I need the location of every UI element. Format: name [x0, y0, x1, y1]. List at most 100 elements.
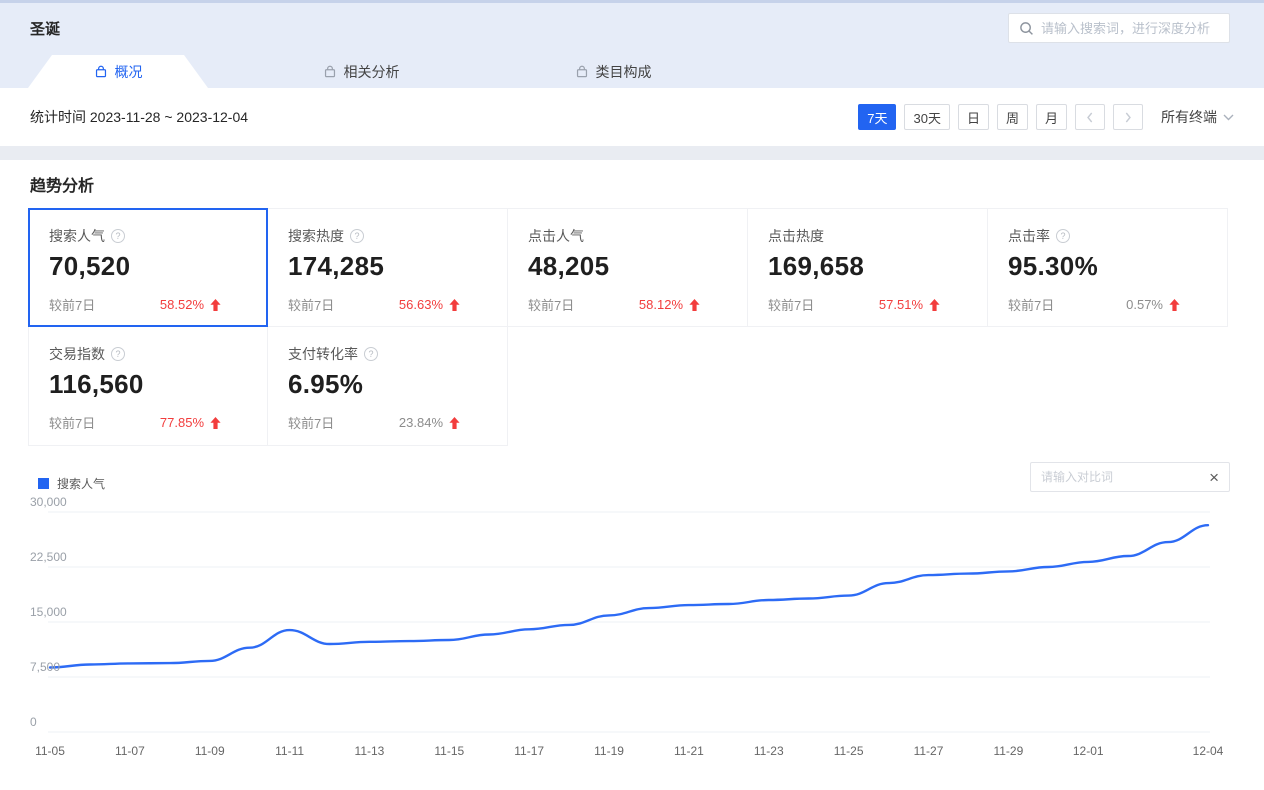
- terminal-dropdown[interactable]: 所有终端: [1161, 107, 1234, 127]
- metric-label: 搜索人气?: [49, 226, 266, 246]
- help-icon[interactable]: ?: [350, 229, 364, 243]
- legend-swatch: [38, 478, 49, 489]
- page: 圣诞 概况 相关分析 类目构成 统计时间 2023-11-28 ~ 2023-12-…: [0, 0, 1264, 790]
- metric-card-payment-conversion[interactable]: 支付转化率?6.95%较前7日23.84%: [268, 327, 508, 446]
- up-arrow-icon: [449, 299, 460, 311]
- range-week-button[interactable]: 周: [997, 104, 1028, 130]
- compare-word-input[interactable]: [1041, 470, 1209, 484]
- search-icon: [1019, 21, 1034, 36]
- range-7d-button[interactable]: 7天: [858, 104, 896, 130]
- compare-period-label: 较前7日: [1008, 295, 1054, 314]
- up-arrow-icon: [689, 299, 700, 311]
- metric-value: 169,658: [768, 251, 987, 282]
- chevron-down-icon: [1223, 114, 1234, 121]
- up-arrow-icon: [1169, 299, 1180, 311]
- x-axis-tick-label: 11-11: [266, 744, 314, 758]
- metric-compare: 较前7日 23.84%: [288, 413, 460, 432]
- prev-period-button[interactable]: [1075, 104, 1105, 130]
- x-axis-tick-label: 11-07: [106, 744, 154, 758]
- metric-compare: 较前7日 57.51%: [768, 295, 940, 314]
- close-icon[interactable]: ×: [1209, 469, 1219, 486]
- chevron-right-icon: [1124, 112, 1132, 123]
- date-range-controls: 7天 30天日周月 所有终端: [858, 104, 1234, 130]
- tab-related-analysis[interactable]: 相关分析: [271, 55, 451, 88]
- change-percent: 57.51%: [879, 297, 923, 312]
- metric-value: 70,520: [49, 251, 266, 282]
- metric-card-transaction-index[interactable]: 交易指数?116,560较前7日77.85%: [28, 327, 268, 446]
- chart-legend: 搜索人气: [38, 475, 105, 492]
- x-axis-tick-label: 11-29: [984, 744, 1032, 758]
- terminal-label: 所有终端: [1161, 107, 1217, 127]
- x-axis-tick-label: 11-17: [505, 744, 553, 758]
- change-percent: 23.84%: [399, 415, 443, 430]
- x-axis-tick-label: 12-01: [1064, 744, 1112, 758]
- change-percent: 58.12%: [639, 297, 683, 312]
- header: 圣诞: [0, 0, 1264, 55]
- x-axis-tick-label: 11-15: [425, 744, 473, 758]
- help-icon[interactable]: ?: [111, 229, 125, 243]
- next-period-button[interactable]: [1113, 104, 1143, 130]
- legend-label: 搜索人气: [57, 475, 105, 492]
- compare-period-label: 较前7日: [528, 295, 574, 314]
- metric-card-click-rate[interactable]: 点击率? 95.30% 较前7日 0.57%: [988, 208, 1228, 327]
- metric-value: 48,205: [528, 251, 747, 282]
- range-30d-button[interactable]: 30天: [904, 104, 949, 130]
- x-axis-tick-label: 11-13: [345, 744, 393, 758]
- tab-label: 相关分析: [344, 62, 400, 82]
- compare-period-label: 较前7日: [49, 295, 95, 314]
- metric-card-search-heat[interactable]: 搜索热度?174,285较前7日56.63%: [268, 208, 508, 327]
- help-icon[interactable]: ?: [1056, 229, 1070, 243]
- metric-card-search-popularity[interactable]: 搜索人气? 70,520 较前7日58.52%: [28, 208, 268, 327]
- up-arrow-icon: [929, 299, 940, 311]
- x-axis-tick-label: 12-04: [1184, 744, 1232, 758]
- x-axis-tick-label: 11-05: [26, 744, 74, 758]
- stat-time-label: 统计时间 2023-11-28 ~ 2023-12-04: [30, 88, 248, 146]
- toolbar: 统计时间 2023-11-28 ~ 2023-12-04 7天 30天日周月 所有终…: [0, 88, 1264, 146]
- compare-period-label: 较前7日: [768, 295, 814, 314]
- metric-card-click-popularity[interactable]: 点击人气 48,205 较前7日 58.12%: [508, 208, 748, 327]
- metric-value: 95.30%: [1008, 251, 1227, 282]
- compare-period-label: 较前7日: [288, 295, 334, 314]
- metric-compare: 较前7日 56.63%: [288, 295, 460, 314]
- tab-overview[interactable]: 概况: [28, 55, 208, 88]
- y-axis-tick-label: 30,000: [30, 495, 67, 509]
- x-axis-tick-label: 11-19: [585, 744, 633, 758]
- compare-period-label: 较前7日: [49, 413, 95, 432]
- metric-compare: 较前7日58.52%: [49, 295, 221, 314]
- search-input[interactable]: [1041, 21, 1219, 36]
- shopping-bag-icon: [323, 65, 337, 79]
- section-title: 趋势分析: [30, 172, 94, 196]
- x-axis-tick-label: 11-25: [825, 744, 873, 758]
- metric-compare: 较前7日 0.57%: [1008, 295, 1180, 314]
- range-day-button[interactable]: 日: [958, 104, 989, 130]
- help-icon[interactable]: ?: [364, 347, 378, 361]
- chevron-left-icon: [1086, 112, 1094, 123]
- metric-compare: 较前7日 58.12%: [528, 295, 700, 314]
- x-axis-tick-label: 11-09: [186, 744, 234, 758]
- tab-label: 类目构成: [596, 62, 652, 82]
- metric-label: 搜索热度?: [288, 226, 507, 246]
- compare-period-label: 较前7日: [288, 413, 334, 432]
- x-axis-tick-label: 11-21: [665, 744, 713, 758]
- y-axis-tick-label: 0: [30, 715, 37, 729]
- change-percent: 56.63%: [399, 297, 443, 312]
- metric-label: 点击率?: [1008, 226, 1227, 246]
- metric-value: 116,560: [49, 369, 267, 400]
- y-axis-tick-label: 15,000: [30, 605, 67, 619]
- metric-compare: 较前7日 77.85%: [49, 413, 221, 432]
- tab-category-composition[interactable]: 类目构成: [523, 55, 703, 88]
- search-box[interactable]: [1008, 13, 1230, 43]
- change-percent: 77.85%: [160, 415, 204, 430]
- y-axis-tick-label: 22,500: [30, 550, 67, 564]
- metric-card-click-heat[interactable]: 点击热度 169,658 较前7日 57.51%: [748, 208, 988, 327]
- help-icon[interactable]: ?: [111, 347, 125, 361]
- range-month-button[interactable]: 月: [1036, 104, 1067, 130]
- up-arrow-icon: [210, 299, 221, 311]
- change-percent: 0.57%: [1126, 297, 1163, 312]
- metric-label: 点击热度: [768, 226, 987, 246]
- compare-word-box[interactable]: ×: [1030, 462, 1230, 492]
- line-chart-svg: [30, 500, 1234, 762]
- trend-panel: 趋势分析 搜索人气?70,520较前7日58.52%搜索热度?174,285较前…: [0, 160, 1264, 790]
- metric-label: 点击人气: [528, 226, 747, 246]
- tab-label: 概况: [115, 62, 143, 82]
